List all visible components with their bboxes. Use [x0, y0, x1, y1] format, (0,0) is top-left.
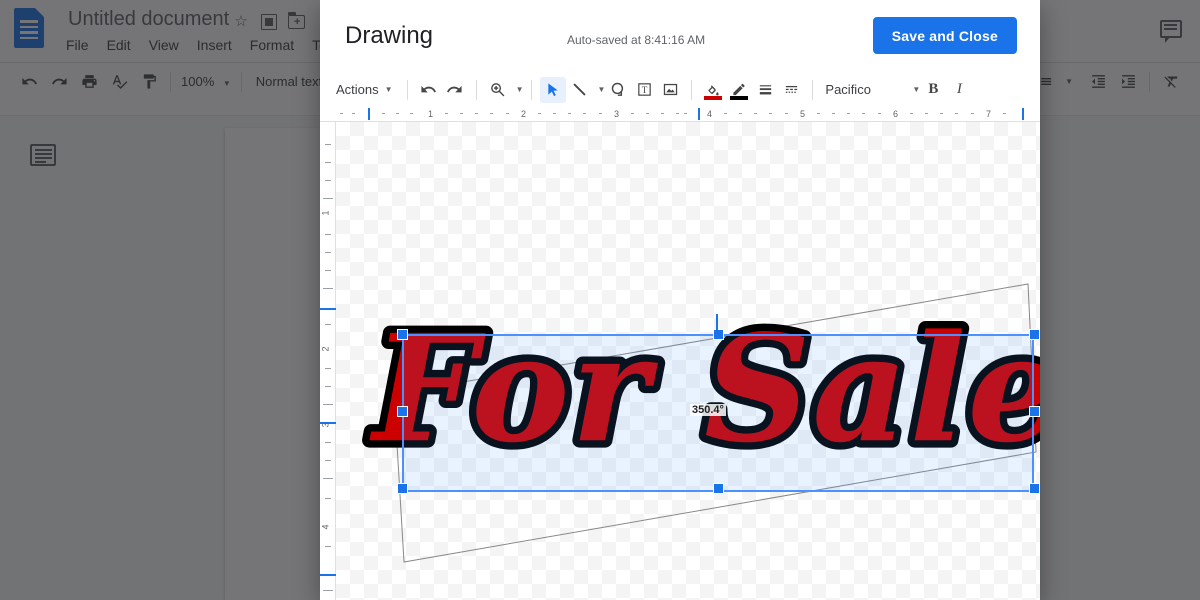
resize-handle-middle-left[interactable]: [397, 406, 408, 417]
chevron-down-icon: ▼: [385, 85, 393, 94]
ruler-h-num-6: 6: [893, 109, 898, 119]
resize-handle-bottom-right[interactable]: [1029, 483, 1040, 494]
drawing-toolbar: Actions ▼ ▼ ▼: [320, 72, 1040, 106]
font-name-value[interactable]: Pacifico: [821, 82, 907, 97]
rotation-angle-label: 350.4°: [690, 404, 726, 416]
ruler-v-num-2: 2: [321, 346, 331, 351]
ruler-h-num-4: 4: [707, 109, 712, 119]
border-color-icon[interactable]: [726, 77, 752, 103]
ruler-h-num-1: 1: [428, 109, 433, 119]
screen: Untitled document ☆ + File Edit View Ins…: [0, 0, 1200, 600]
bold-button[interactable]: B: [920, 77, 946, 103]
ruler-h-num-5: 5: [800, 109, 805, 119]
fill-color-icon[interactable]: [700, 77, 726, 103]
ruler-v-num-3: 3: [321, 422, 331, 427]
svg-text:T: T: [642, 85, 648, 95]
drawing-canvas[interactable]: For Sale 350.4°: [336, 122, 1040, 600]
image-icon[interactable]: [657, 77, 683, 103]
ruler-h-num-3: 3: [614, 109, 619, 119]
actions-menu-button[interactable]: Actions ▼: [330, 82, 399, 97]
shape-icon[interactable]: [605, 77, 631, 103]
ruler-v-num-4: 4: [321, 524, 331, 529]
fill-color-swatch: [704, 96, 722, 100]
drawing-dialog: Drawing Auto-saved at 8:41:16 AM Save an…: [320, 0, 1040, 600]
ruler-v-num-1: 1: [321, 210, 331, 215]
zoom-in-icon[interactable]: [485, 77, 511, 103]
chevron-down-icon[interactable]: ▼: [516, 85, 524, 94]
resize-handle-bottom-left[interactable]: [397, 483, 408, 494]
autosave-status: Auto-saved at 8:41:16 AM: [567, 33, 705, 47]
chevron-down-icon[interactable]: ▼: [597, 85, 605, 94]
line-weight-icon[interactable]: [752, 77, 778, 103]
italic-button[interactable]: I: [946, 77, 972, 103]
ruler-h-num-2: 2: [521, 109, 526, 119]
resize-handle-middle-right[interactable]: [1029, 406, 1040, 417]
drawing-horizontal-ruler[interactable]: 1 2 3 4: [320, 106, 1040, 122]
resize-handle-bottom-center[interactable]: [713, 483, 724, 494]
drawing-canvas-area: 1 2 3 4: [320, 106, 1040, 600]
border-color-swatch: [730, 96, 748, 100]
resize-handle-top-right[interactable]: [1029, 329, 1040, 340]
line-dash-icon[interactable]: [778, 77, 804, 103]
resize-handle-top-center[interactable]: [713, 329, 724, 340]
select-arrow-icon[interactable]: [540, 77, 566, 103]
rotation-handle-stem: [716, 314, 718, 332]
save-and-close-button[interactable]: Save and Close: [873, 17, 1017, 54]
ruler-h-num-7: 7: [986, 109, 991, 119]
drawing-undo-icon[interactable]: [416, 77, 442, 103]
chevron-down-icon[interactable]: ▼: [912, 85, 920, 94]
drawing-vertical-ruler[interactable]: 1 2 3 4: [320, 122, 336, 600]
actions-label: Actions: [336, 82, 379, 97]
drawing-redo-icon[interactable]: [442, 77, 468, 103]
drawing-dialog-header: Drawing Auto-saved at 8:41:16 AM Save an…: [320, 0, 1040, 72]
text-box-icon[interactable]: T: [631, 77, 657, 103]
line-icon[interactable]: [566, 77, 592, 103]
resize-handle-top-left[interactable]: [397, 329, 408, 340]
dialog-title: Drawing: [345, 22, 433, 50]
